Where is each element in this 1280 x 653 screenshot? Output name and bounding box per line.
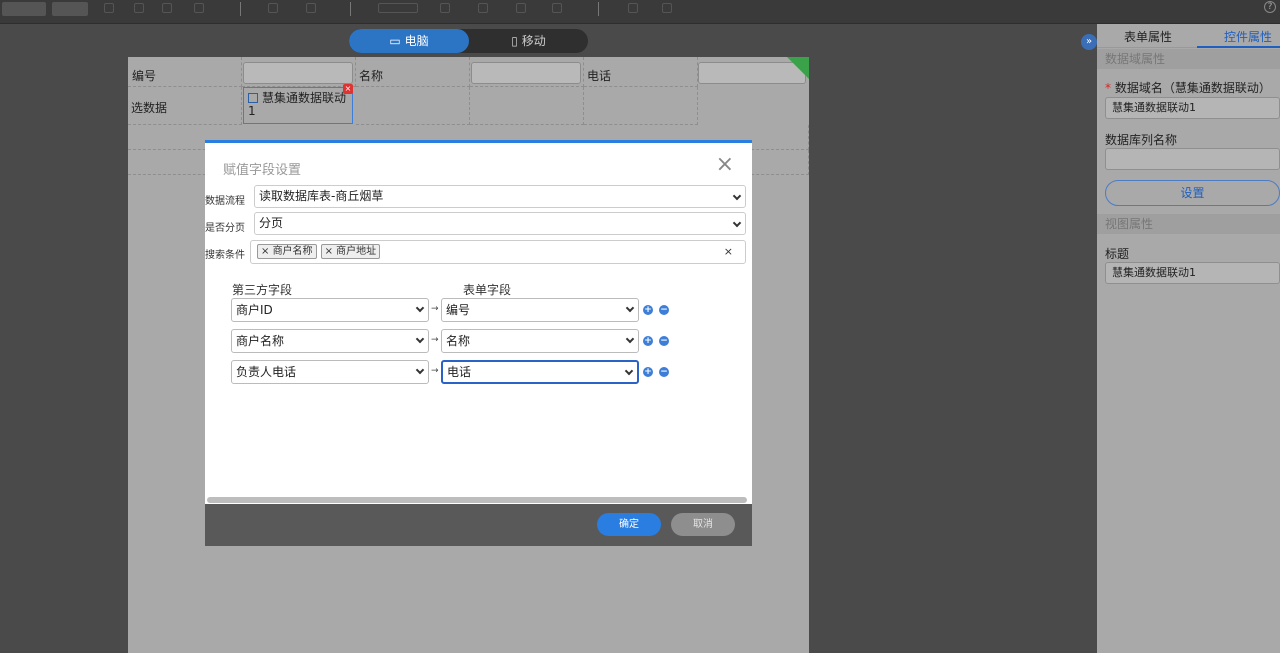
tab-form-properties[interactable]: 表单属性 — [1124, 28, 1172, 45]
form-field-select[interactable]: 电话 — [441, 360, 639, 384]
properties-panel: 表单属性 控件属性 数据域属性 * 数据域名（慧集通数据联动） 慧集通数据联动1… — [1097, 24, 1280, 653]
form-cell — [584, 87, 698, 125]
dialog-footer: 确定 取消 — [205, 504, 752, 546]
align-icon[interactable] — [268, 3, 278, 13]
search-label: 搜索条件 — [205, 250, 245, 261]
data-link-control[interactable]: 慧集通数据联动1 × — [243, 84, 353, 124]
db-column-input[interactable] — [1105, 148, 1280, 170]
redo-icon[interactable] — [662, 3, 672, 13]
third-party-field-select[interactable]: 商户ID — [231, 298, 429, 322]
device-switch: ▭ 电脑 ▯ 移动 — [349, 29, 588, 53]
indent-icon[interactable] — [306, 3, 316, 13]
corner-marker — [787, 57, 809, 79]
monitor-icon: ▭ — [389, 34, 401, 48]
phone-icon: ▯ — [511, 34, 518, 48]
insert-column-icon[interactable] — [552, 3, 562, 13]
font-size-select[interactable] — [52, 2, 88, 16]
form-cell — [470, 87, 584, 125]
toolbar-divider — [240, 2, 241, 16]
arrow-right-icon: → — [431, 304, 439, 314]
search-tag[interactable]: × 商户名称 — [257, 244, 317, 259]
form-column-header: 表单字段 — [463, 283, 512, 297]
db-column-label: 数据库列名称 — [1105, 133, 1178, 147]
chevron-down-icon — [732, 191, 742, 201]
bold-icon[interactable] — [104, 3, 114, 13]
italic-icon[interactable] — [134, 3, 144, 13]
delete-icon[interactable]: × — [343, 84, 353, 94]
third-party-field-select[interactable]: 商户名称 — [231, 329, 429, 353]
flow-select[interactable]: 读取数据库表-商丘烟草 — [254, 185, 746, 208]
clear-icon[interactable]: × — [724, 241, 733, 262]
label-select-data: 选数据 — [131, 101, 168, 115]
section-data: 数据域属性 — [1097, 49, 1280, 69]
label-name: 名称 — [359, 69, 384, 83]
font-family-select[interactable] — [2, 2, 46, 16]
title-input[interactable]: 慧集通数据联动1 — [1105, 262, 1280, 284]
undo-icon[interactable] — [628, 3, 638, 13]
remove-icon[interactable]: − — [659, 336, 669, 346]
remove-icon[interactable]: − — [659, 305, 669, 315]
tab-control-properties[interactable]: 控件属性 — [1224, 28, 1272, 45]
add-icon[interactable]: + — [643, 305, 653, 315]
editor-toolbar: ? — [0, 0, 1280, 24]
horizontal-scrollbar[interactable] — [207, 497, 747, 503]
tab-pc[interactable]: ▭ 电脑 — [349, 29, 469, 53]
form-cell — [356, 87, 470, 125]
remove-icon[interactable]: − — [659, 367, 669, 377]
search-condition-select[interactable]: × 商户名称 × 商户地址 × — [250, 240, 746, 264]
field-name-label: * 数据域名（慧集通数据联动） — [1105, 81, 1271, 95]
confirm-button[interactable]: 确定 — [597, 513, 661, 536]
tab-mobile[interactable]: ▯ 移动 — [469, 29, 588, 53]
toolbar-divider — [598, 2, 599, 16]
third-party-field-select[interactable]: 负责人电话 — [231, 360, 429, 384]
active-tab-indicator — [1197, 46, 1280, 48]
insert-row-icon[interactable] — [516, 3, 526, 13]
arrow-right-icon: → — [431, 335, 439, 345]
search-tag[interactable]: × 商户地址 — [320, 244, 381, 259]
assign-fields-dialog: 赋值字段设置 × 数据流程 读取数据库表-商丘烟草 是否分页 分页 搜索条件 ×… — [205, 140, 752, 546]
chevron-down-icon — [732, 218, 742, 228]
split-icon[interactable] — [478, 3, 488, 13]
merge-icon[interactable] — [440, 3, 450, 13]
paging-label: 是否分页 — [205, 223, 245, 234]
section-view: 视图属性 — [1097, 214, 1280, 234]
cancel-button[interactable]: 取消 — [671, 513, 735, 536]
dialog-title: 赋值字段设置 — [223, 163, 302, 178]
paging-select[interactable]: 分页 — [254, 212, 746, 235]
help-icon[interactable]: ? — [1264, 1, 1276, 13]
collapse-icon[interactable]: » — [1081, 34, 1097, 50]
add-icon[interactable]: + — [643, 336, 653, 346]
text-color-icon[interactable] — [194, 3, 204, 13]
edit-icon — [248, 93, 258, 103]
arrow-right-icon: → — [431, 366, 439, 376]
form-field-select[interactable]: 编号 — [441, 298, 639, 322]
table-icon[interactable] — [378, 3, 418, 13]
set-button[interactable]: 设置 — [1105, 180, 1280, 206]
toolbar-divider — [350, 2, 351, 16]
label-phone: 电话 — [587, 69, 612, 83]
title-label: 标题 — [1105, 247, 1130, 261]
panel-tabs: 表单属性 控件属性 — [1097, 24, 1280, 48]
underline-icon[interactable] — [162, 3, 172, 13]
name-field[interactable] — [471, 62, 581, 84]
close-icon[interactable]: × — [716, 154, 734, 176]
third-party-column-header: 第三方字段 — [232, 283, 293, 297]
label-no: 编号 — [132, 69, 157, 83]
field-name-input[interactable]: 慧集通数据联动1 — [1105, 97, 1280, 119]
flow-label: 数据流程 — [205, 196, 245, 207]
no-field[interactable] — [243, 62, 353, 84]
add-icon[interactable]: + — [643, 367, 653, 377]
form-field-select[interactable]: 名称 — [441, 329, 639, 353]
